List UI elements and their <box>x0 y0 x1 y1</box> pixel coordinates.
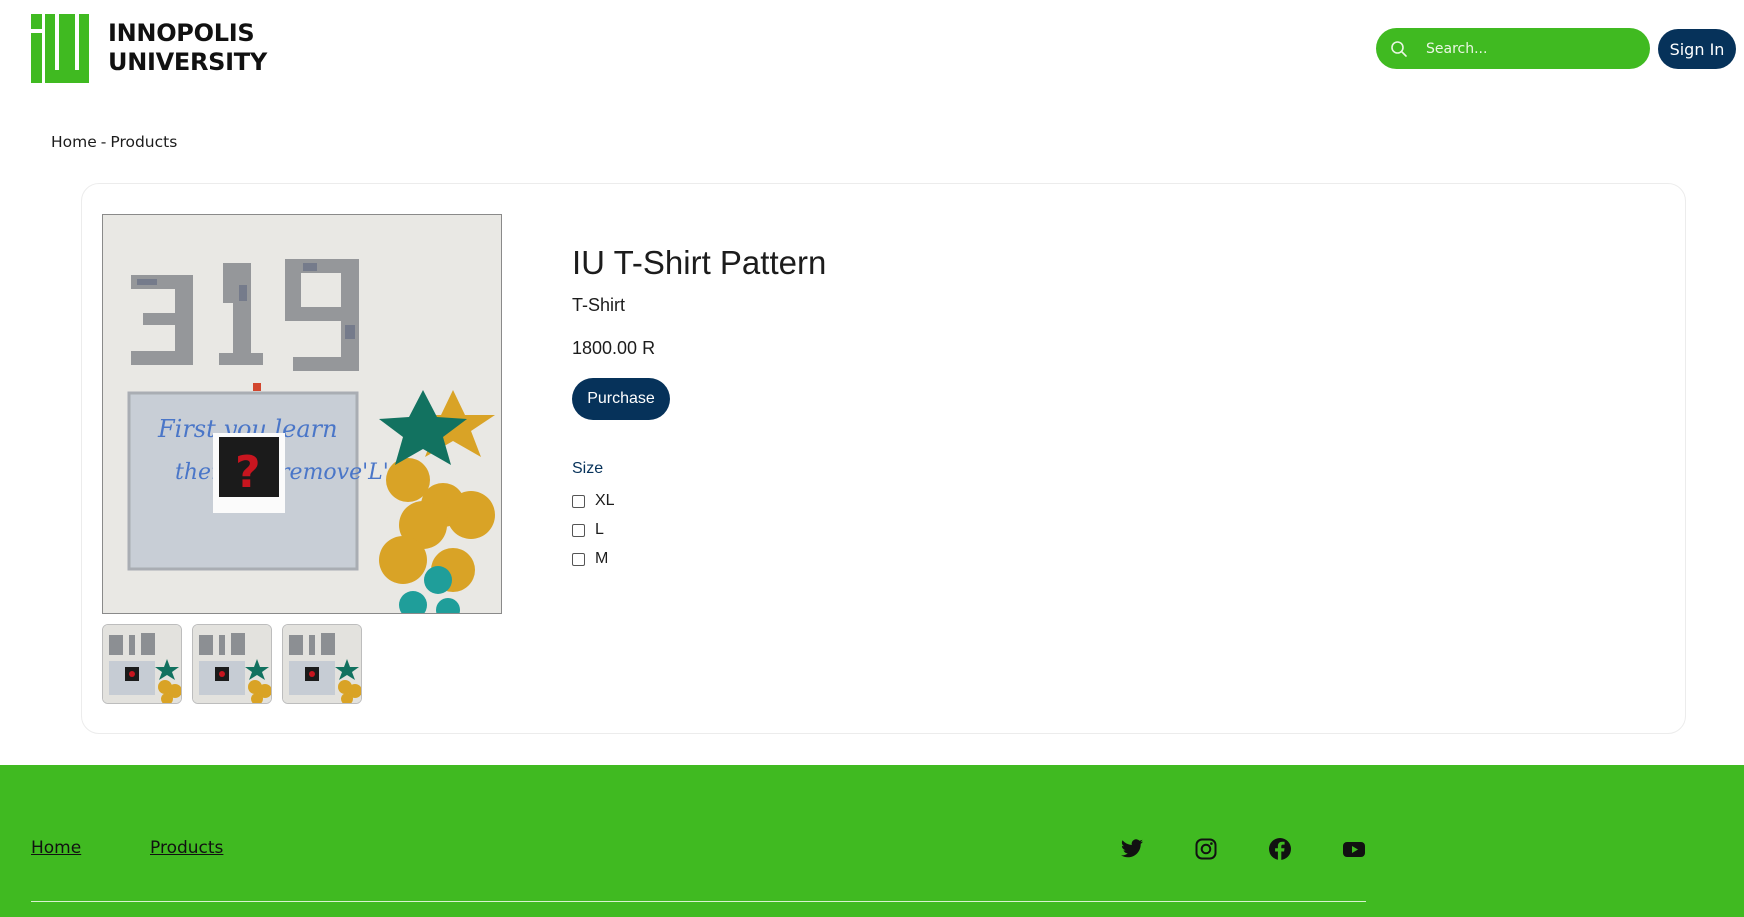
size-option-label: XL <box>595 492 615 509</box>
site-footer: Home Products <box>0 765 1744 917</box>
product-thumbnail[interactable] <box>192 624 272 704</box>
footer-link-home[interactable]: Home <box>31 838 81 858</box>
purchase-button[interactable]: Purchase <box>572 378 670 420</box>
search-bar[interactable] <box>1376 28 1650 69</box>
size-option-label: L <box>595 521 604 538</box>
footer-link-products[interactable]: Products <box>150 838 223 858</box>
size-checkbox[interactable] <box>572 552 585 566</box>
search-input[interactable] <box>1426 28 1636 69</box>
instagram-icon[interactable] <box>1194 837 1218 861</box>
breadcrumb-home[interactable]: Home <box>51 133 97 151</box>
product-title: IU T-Shirt Pattern <box>572 244 827 281</box>
search-icon <box>1390 40 1408 58</box>
footer-divider <box>31 901 1366 902</box>
logo-wordmark[interactable]: INNOPOLIS UNIVERSITY <box>108 19 267 77</box>
breadcrumb-products[interactable]: Products <box>110 133 177 151</box>
size-checkbox[interactable] <box>572 523 585 537</box>
product-main-image[interactable]: First you learn then you remove'L' ? <box>102 214 502 614</box>
product-thumbnail[interactable] <box>282 624 362 704</box>
product-category: T-Shirt <box>572 295 626 315</box>
twitter-icon[interactable] <box>1120 837 1144 861</box>
breadcrumb: Home - Products <box>51 133 177 151</box>
product-price: 1800.00 R <box>572 338 656 358</box>
size-checkbox[interactable] <box>572 494 585 508</box>
youtube-icon[interactable] <box>1342 837 1366 861</box>
product-thumbnail[interactable] <box>102 624 182 704</box>
size-option-xl[interactable]: XL <box>572 492 615 510</box>
size-option-l[interactable]: L <box>572 521 604 539</box>
logo-line2: UNIVERSITY <box>108 48 267 76</box>
size-label: Size <box>572 460 604 477</box>
site-header: INNOPOLIS UNIVERSITY Sign In <box>0 0 1744 100</box>
innopolis-logo-icon[interactable] <box>31 14 89 83</box>
size-option-m[interactable]: M <box>572 550 608 568</box>
svg-text:?: ? <box>235 447 261 498</box>
facebook-icon[interactable] <box>1268 837 1292 861</box>
sign-in-button[interactable]: Sign In <box>1658 29 1736 69</box>
logo-line1: INNOPOLIS <box>108 19 255 47</box>
breadcrumb-separator: - <box>100 133 107 151</box>
size-option-label: M <box>595 550 609 567</box>
